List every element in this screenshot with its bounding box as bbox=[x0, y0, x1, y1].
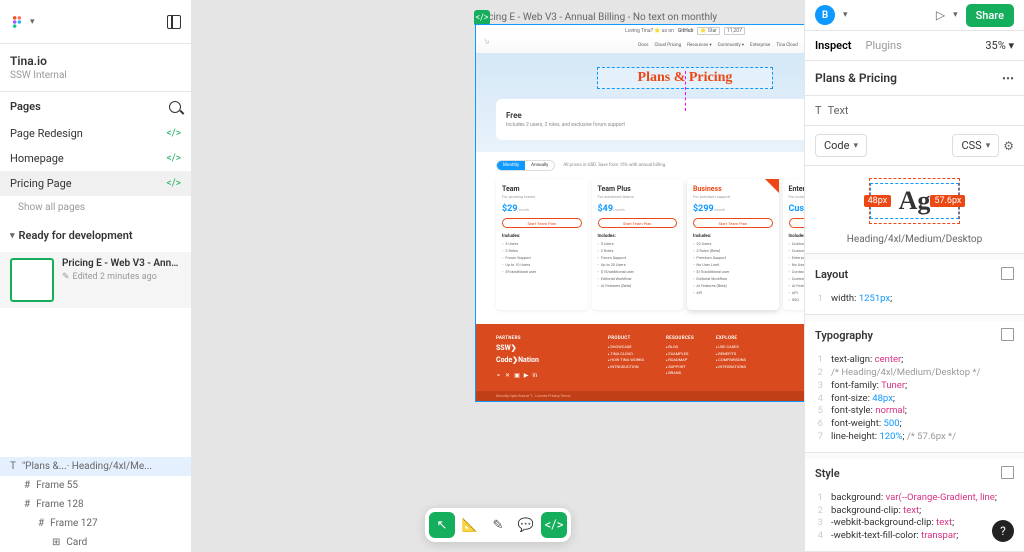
site-topbar: Loving Tina? ⭐ us onGitHub ⭐ Star 11,207 bbox=[476, 25, 804, 37]
plan-card: BusinessFor premium support$299/monthSta… bbox=[687, 179, 779, 310]
chevron-down-icon: ▾ bbox=[30, 17, 35, 27]
pages-header: Pages bbox=[0, 92, 191, 121]
right-panel: B ▾ ▷ ▾ Share Inspect Plugins 35% ▾ Plan… bbox=[804, 0, 1024, 552]
frame-edited-time: ✎Edited 2 minutes ago bbox=[62, 272, 181, 282]
dim-badge-left: 48px bbox=[864, 195, 892, 207]
text-property-row[interactable]: TText bbox=[805, 96, 1024, 126]
frame-title: Pricing E - Web V3 - Annual ... bbox=[62, 258, 181, 269]
social-icons: ⚬✕▣▶in bbox=[496, 372, 586, 379]
text-style-name: Heading/4xl/Medium/Desktop bbox=[815, 234, 1014, 245]
page-item[interactable]: Page Redesign</> bbox=[0, 121, 191, 146]
code-format-row: Code▾ CSS▾ ⚙ bbox=[805, 126, 1024, 166]
typography-preview: 48px Ag 57.6px Heading/4xl/Medium/Deskto… bbox=[805, 166, 1024, 254]
dev-mode-icon: </> bbox=[167, 128, 181, 139]
dev-mode-icon: </> bbox=[167, 153, 181, 164]
canvas[interactable]: Pricing E - Web V3 - Annual Billing - No… bbox=[192, 0, 804, 552]
typography-section: Typography 1text-align: center;2/* Headi… bbox=[805, 321, 1024, 453]
sub-footer: Security Open Source T... License Privac… bbox=[476, 391, 804, 401]
dev-mode-toggle[interactable]: </> bbox=[541, 512, 567, 538]
copy-icon[interactable] bbox=[1003, 269, 1014, 280]
zoom-level[interactable]: 35% ▾ bbox=[985, 39, 1014, 52]
help-button[interactable]: ? bbox=[992, 520, 1014, 542]
left-panel: ▾ Tina.io SSW Internal Pages Page Redesi… bbox=[0, 0, 192, 552]
show-all-pages[interactable]: Show all pages bbox=[0, 196, 191, 219]
inspect-tabs: Inspect Plugins 35% ▾ bbox=[805, 31, 1024, 61]
layer-text[interactable]: T"Plans &...· Heading/4xl/Me... bbox=[0, 457, 191, 476]
page-item-active[interactable]: Pricing Page</> bbox=[0, 171, 191, 196]
layer-frame[interactable]: #Frame 127 bbox=[0, 514, 191, 533]
chevron-down-icon[interactable]: ▾ bbox=[843, 10, 848, 20]
frame-thumbnail-row[interactable]: Pricing E - Web V3 - Annual ... ✎Edited … bbox=[0, 252, 191, 308]
plan-card: TeamFor growing teams$29/monthStart Team… bbox=[496, 179, 588, 310]
measure-guide bbox=[685, 71, 686, 111]
annotate-tool-button[interactable]: ✎ bbox=[485, 512, 511, 538]
dev-mode-icon: </> bbox=[167, 178, 181, 189]
code-mode-chip[interactable]: Code▾ bbox=[815, 134, 867, 157]
site-nav: 🦙 DocsCloud PricingResources ▾ Community… bbox=[476, 37, 804, 53]
plan-card: Team PlusFor advanced teams$49/monthStar… bbox=[592, 179, 684, 310]
tab-inspect[interactable]: Inspect bbox=[815, 31, 852, 60]
layout-section: Layout 1width: 1251px; bbox=[805, 260, 1024, 315]
layer-frame[interactable]: #Frame 128 bbox=[0, 495, 191, 514]
tab-plugins[interactable]: Plugins bbox=[866, 31, 902, 60]
layer-frame[interactable]: #Frame 55 bbox=[0, 476, 191, 495]
comment-tool-button[interactable]: 💬 bbox=[513, 512, 539, 538]
style-section: Style 1background: var(--Orange-Gradient… bbox=[805, 459, 1024, 552]
frame-thumbnail bbox=[10, 258, 54, 302]
ready-section-header[interactable]: ▾Ready for development bbox=[0, 219, 191, 252]
project-team: SSW Internal bbox=[10, 70, 181, 81]
prototype-play-icon[interactable]: ▷ bbox=[936, 8, 945, 22]
layer-component[interactable]: ⊞Card bbox=[0, 533, 191, 552]
selection-title: Plans & Pricing⋯ bbox=[805, 61, 1024, 96]
more-icon[interactable]: ⋯ bbox=[1002, 71, 1014, 85]
plan-card: EnterpriseFor custom needsCustomStart Te… bbox=[783, 179, 805, 310]
artboard[interactable]: Loving Tina? ⭐ us onGitHub ⭐ Star 11,207… bbox=[475, 24, 804, 402]
billing-toggle-row: MonthlyAnnually All prices in USD. Save … bbox=[476, 152, 804, 179]
billing-toggle: MonthlyAnnually bbox=[496, 160, 555, 171]
toggle-panel-icon[interactable] bbox=[167, 15, 181, 29]
copy-icon[interactable] bbox=[1003, 468, 1014, 479]
site-footer: PARTNERSSSW❯Code❯Nation ⚬✕▣▶in PRODUCTSH… bbox=[476, 324, 804, 391]
frame-label: Pricing E - Web V3 - Annual Billing - No… bbox=[476, 12, 717, 23]
measure-tool-button[interactable]: 📐 bbox=[457, 512, 483, 538]
llama-logo-icon: 🦙 bbox=[484, 40, 494, 50]
right-panel-header: B ▾ ▷ ▾ Share bbox=[805, 0, 1024, 31]
move-tool-button[interactable]: ↖ bbox=[429, 512, 455, 538]
figma-menu[interactable]: ▾ bbox=[10, 15, 35, 29]
figma-logo-icon bbox=[10, 15, 24, 29]
share-button[interactable]: Share bbox=[966, 4, 1014, 27]
hero-section: Plans & Pricing FreeIncludes 2 users, 2 … bbox=[476, 53, 804, 152]
settings-icon[interactable]: ⚙ bbox=[1003, 139, 1014, 153]
css-chip[interactable]: CSS▾ bbox=[952, 134, 999, 157]
left-panel-header: ▾ bbox=[0, 0, 191, 44]
chevron-down-icon[interactable]: ▾ bbox=[953, 10, 958, 20]
project-info: Tina.io SSW Internal bbox=[0, 44, 191, 92]
copy-icon[interactable] bbox=[1003, 330, 1014, 341]
dim-badge-right: 57.6px bbox=[930, 195, 965, 207]
floating-toolbar: ↖ 📐 ✎ 💬 </> bbox=[425, 508, 571, 542]
page-item[interactable]: Homepage</> bbox=[0, 146, 191, 171]
free-plan-card: FreeIncludes 2 users, 2 roles, and exclu… bbox=[496, 99, 804, 140]
project-name: Tina.io bbox=[10, 54, 181, 68]
user-avatar[interactable]: B bbox=[815, 5, 835, 25]
plans-grid: TeamFor growing teams$29/monthStart Team… bbox=[476, 179, 804, 324]
search-icon[interactable] bbox=[169, 101, 181, 113]
